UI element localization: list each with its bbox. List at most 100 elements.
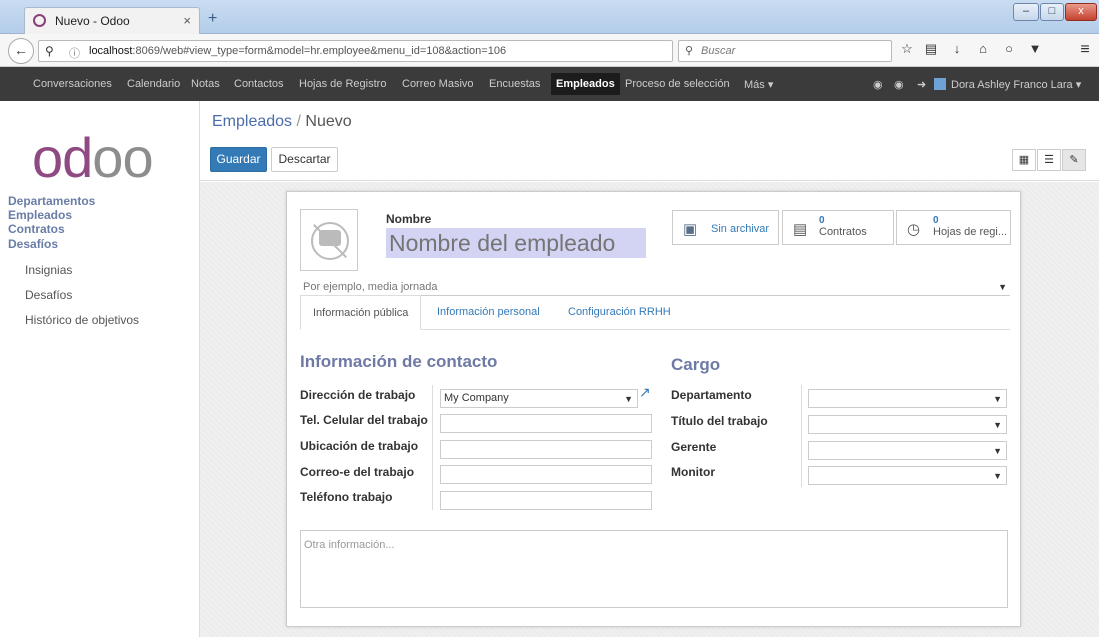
pocket-icon[interactable]: ▼ [1024,41,1046,61]
browser-search-input[interactable]: ⚲ Buscar [678,40,892,62]
menu-calendario[interactable]: Calendario [127,78,180,90]
control-panel: Empleados / Nuevo Guardar Descartar ▦ ☰ … [200,101,1099,181]
download-icon[interactable]: ↓ [946,41,968,61]
notes-textarea[interactable]: Otra información... [300,530,1008,608]
work-location-label: Ubicación de trabajo [300,439,419,453]
odoo-favicon-icon [33,14,46,27]
menu-conversaciones[interactable]: Conversaciones [33,78,112,90]
chevron-down-icon: ▼ [993,420,1002,430]
menu-notas[interactable]: Notas [191,78,220,90]
sidebar-item-insignias[interactable]: Insignias [25,263,72,277]
menu-mas[interactable]: Más ▾ [744,78,773,91]
menu-correo-masivo[interactable]: Correo Masivo [402,78,474,90]
window-minimize-button[interactable]: – [1013,3,1039,21]
user-menu[interactable]: Dora Ashley Franco Lara ▾ [951,78,1081,91]
breadcrumb: Empleados / Nuevo [212,113,352,131]
employee-name-input[interactable] [386,228,646,258]
logo-part-grey: oo [92,126,153,189]
window-close-button[interactable]: x [1065,3,1097,21]
status-icon[interactable]: ◉ [873,78,883,91]
tab-configuracion-rrhh[interactable]: Configuración RRHH [556,295,683,330]
department-select[interactable]: ▼ [808,389,1007,408]
department-label: Departamento [671,388,752,402]
divider [801,385,802,487]
menu-icon[interactable]: ≡ [1074,41,1096,61]
archive-icon: ▣ [683,221,698,238]
contact-section-title: Información de contacto [300,352,498,371]
breadcrumb-separator: / [296,113,301,130]
working-hours-select[interactable]: Por ejemplo, media jornada ▼ [300,278,1010,296]
address-bar[interactable]: ⚲ ⓘ localhost:8069/web#view_type=form&mo… [38,40,697,62]
work-mobile-label: Tel. Celular del trabajo [300,413,428,427]
working-hours-placeholder: Por ejemplo, media jornada [303,281,438,293]
sidebar-item-desafios[interactable]: Desafíos [25,288,72,302]
employee-photo[interactable] [300,209,358,271]
list-view-icon[interactable]: ☰ [1037,149,1061,171]
tab-informacion-publica[interactable]: Información pública [300,295,422,330]
external-link-icon[interactable]: ↗ [639,384,651,401]
menu-encuestas[interactable]: Encuestas [489,78,540,90]
work-email-input[interactable] [440,465,652,484]
coach-label: Monitor [671,465,715,479]
sidebar-item-empleados[interactable]: Empleados [8,208,72,222]
work-phone-input[interactable] [440,491,652,510]
menu-proceso-seleccion[interactable]: Proceso de selección [625,78,730,90]
home-icon[interactable]: ⌂ [972,41,994,61]
chevron-down-icon: ▼ [993,446,1002,456]
coach-select[interactable]: ▼ [808,466,1007,485]
back-arrow-icon[interactable]: ← [8,38,34,64]
odoo-logo[interactable]: odoo [32,125,154,190]
reading-list-icon[interactable]: ▤ [920,41,942,61]
archive-label: Sin archivar [711,223,770,235]
chat-icon[interactable]: ○ [998,41,1020,61]
archive-toggle-button[interactable]: ▣ Sin archivar [672,210,779,245]
job-title-select[interactable]: ▼ [808,415,1007,434]
chevron-down-icon: ▼ [993,394,1002,404]
work-mobile-input[interactable] [440,414,652,433]
tab-informacion-personal[interactable]: Información personal [425,295,552,330]
timesheets-label: Hojas de regi... [933,226,1007,238]
menu-empleados[interactable]: Empleados [551,73,620,95]
timesheets-count: 0 [933,215,939,226]
new-tab-button[interactable]: + [208,10,217,28]
sidebar-item-desafios-header[interactable]: Desafíos [8,237,58,251]
chat-bubbles-icon[interactable]: ◉ [894,78,904,91]
work-location-input[interactable] [440,440,652,459]
breadcrumb-current: Nuevo [305,113,352,130]
sidebar-item-contratos[interactable]: Contratos [8,222,65,236]
book-icon: ▤ [793,221,808,238]
window-maximize-button[interactable]: □ [1040,3,1064,21]
bookmark-star-icon[interactable]: ☆ [896,41,918,61]
browser-tab[interactable]: Nuevo - Odoo × [24,7,200,35]
timesheets-smart-button[interactable]: ◷ 0 Hojas de regi... [896,210,1011,245]
contracts-smart-button[interactable]: ▤ 0 Contratos [782,210,894,245]
search-placeholder: Buscar [701,45,736,57]
position-section-title: Cargo [671,355,721,374]
work-address-value: My Company [444,392,509,404]
chevron-down-icon: ▼ [993,471,1002,481]
work-address-select[interactable]: My Company ▼ [440,389,638,408]
info-icon[interactable]: ⓘ [69,45,80,61]
browser-tab-bar: Nuevo - Odoo × + – □ x [0,0,1099,35]
signout-icon[interactable]: ➜ [917,78,926,91]
key-icon: ⚲ [45,44,54,58]
discard-button[interactable]: Descartar [271,147,338,172]
manager-select[interactable]: ▼ [808,441,1007,460]
close-tab-icon[interactable]: × [183,13,191,28]
menu-contactos[interactable]: Contactos [234,78,284,90]
job-title-label: Título del trabajo [671,414,768,428]
chevron-down-icon: ▼ [998,282,1007,292]
sidebar-item-departamentos[interactable]: Departamentos [8,194,95,208]
save-button[interactable]: Guardar [210,147,267,172]
sidebar-item-historico-objetivos[interactable]: Histórico de objetivos [25,313,139,327]
notes-placeholder: Otra información... [304,539,395,551]
employee-form-sheet: Nombre ▣ Sin archivar ▤ 0 Contratos ◷ 0 … [286,191,1021,627]
logo-part-purple: od [32,126,93,189]
menu-hojas-de-registro[interactable]: Hojas de Registro [299,78,386,90]
chevron-down-icon: ▼ [624,394,633,404]
name-label: Nombre [386,212,432,226]
manager-label: Gerente [671,440,717,454]
form-view-icon[interactable]: ✎ [1062,149,1086,171]
kanban-view-icon[interactable]: ▦ [1012,149,1036,171]
breadcrumb-empleados[interactable]: Empleados [212,113,292,130]
